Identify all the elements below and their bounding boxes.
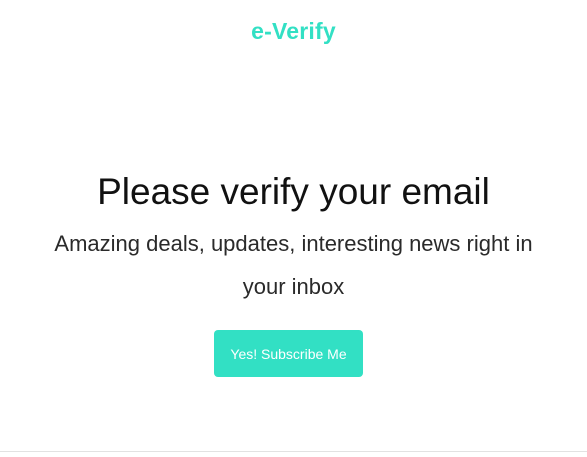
page-title: Please verify your email — [97, 171, 490, 212]
subscribe-button[interactable]: Yes! Subscribe Me — [214, 330, 363, 377]
page-subtitle: Amazing deals, updates, interesting news… — [54, 231, 533, 299]
brand-logo-text: e-Verify — [251, 18, 336, 44]
bottom-divider — [0, 451, 587, 452]
